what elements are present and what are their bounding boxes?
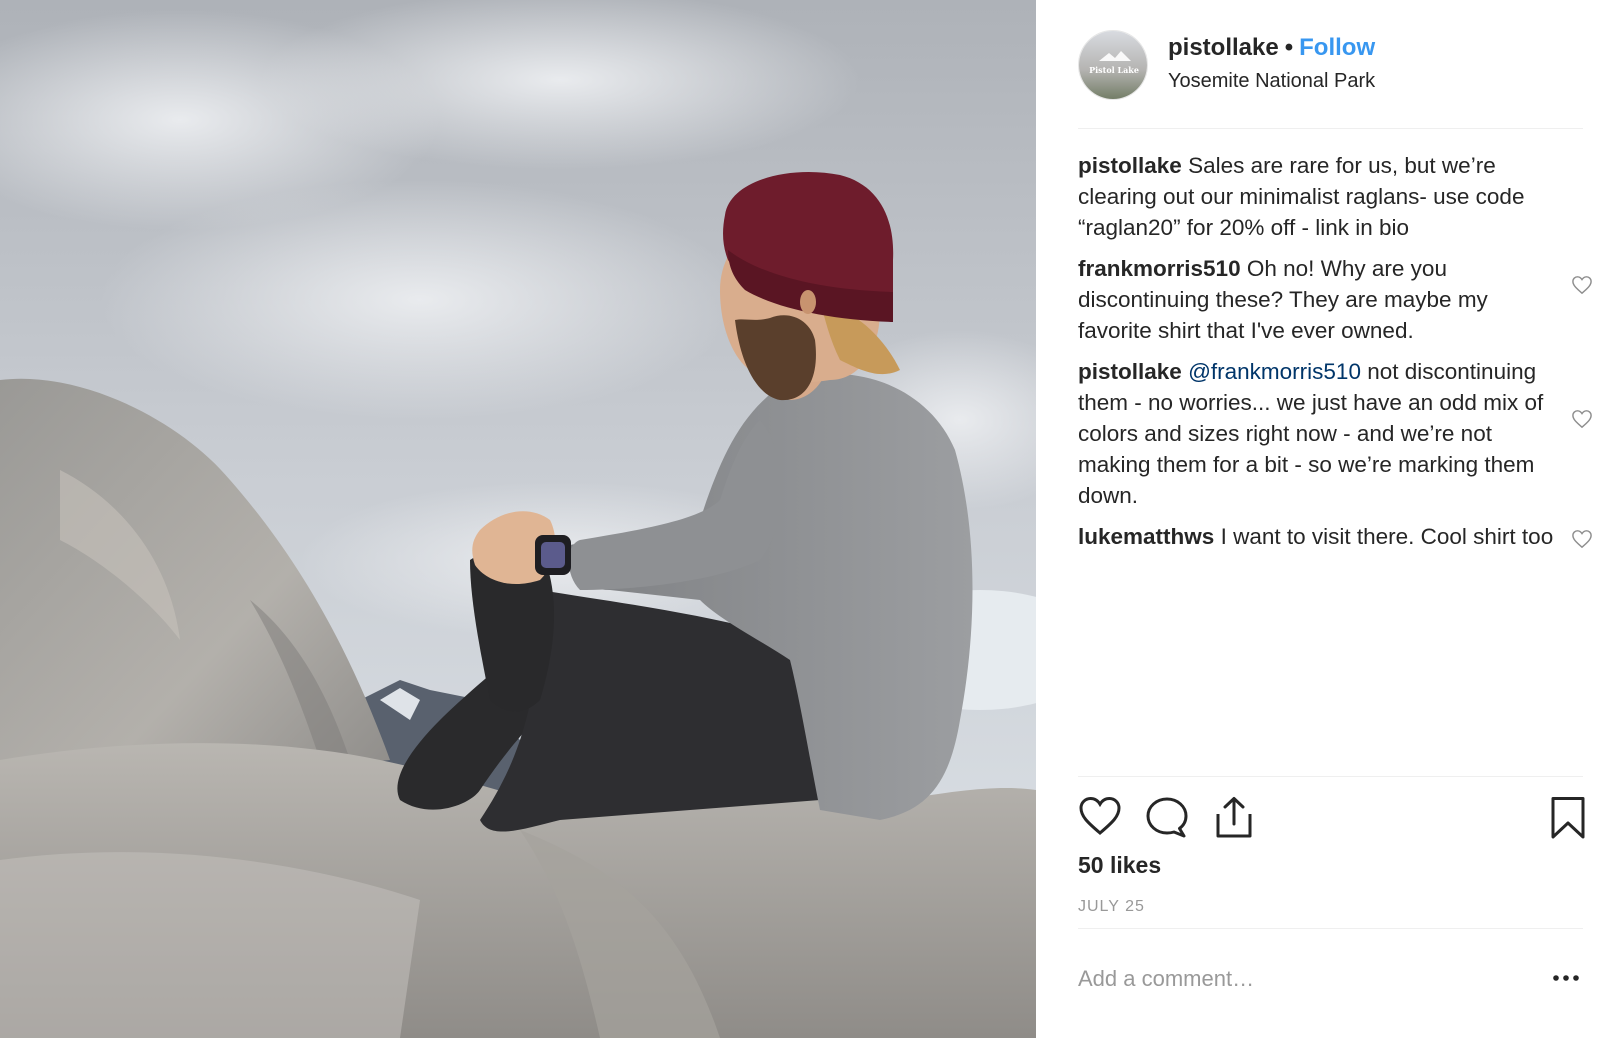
header-separator: • xyxy=(1284,34,1294,61)
avatar[interactable]: Pistol Lake xyxy=(1078,30,1148,100)
comment-like-heart-icon[interactable] xyxy=(1571,409,1593,429)
post-date: JULY 25 xyxy=(1078,898,1145,915)
more-options-icon[interactable] xyxy=(1551,966,1581,990)
comment-username[interactable]: pistollake xyxy=(1078,359,1182,384)
bookmark-icon[interactable] xyxy=(1550,796,1586,840)
follow-button[interactable]: Follow xyxy=(1299,34,1375,61)
location-link[interactable]: Yosemite National Park xyxy=(1168,70,1375,93)
heart-icon[interactable] xyxy=(1078,796,1122,836)
comment-username[interactable]: lukematthws xyxy=(1078,524,1214,549)
comment-username[interactable]: frankmorris510 xyxy=(1078,256,1241,281)
post-photo[interactable] xyxy=(0,0,1036,1038)
header-username[interactable]: pistollake xyxy=(1168,34,1279,61)
share-icon[interactable] xyxy=(1214,796,1254,840)
comment-mention-link[interactable]: @frankmorris510 xyxy=(1188,359,1361,384)
comment-box-divider xyxy=(1078,928,1583,929)
caption: pistollake Sales are rare for us, but we… xyxy=(1078,150,1558,243)
actions-bar xyxy=(1078,796,1588,840)
post-panel: Pistol Lake pistollake • Follow Yosemite N… xyxy=(1036,0,1600,1038)
comment-username[interactable]: pistollake xyxy=(1078,153,1182,178)
comments-list: pistollake Sales are rare for us, but we… xyxy=(1078,150,1592,562)
comment-item: frankmorris510 Oh no! Why are you discon… xyxy=(1078,253,1592,346)
header-divider xyxy=(1078,128,1583,129)
add-comment-input[interactable] xyxy=(1078,962,1478,996)
likes-count[interactable]: 50 likes xyxy=(1078,852,1161,879)
comment-icon[interactable] xyxy=(1146,796,1190,838)
comment-text: I want to visit there. Cool shirt too xyxy=(1220,524,1554,549)
avatar-logo-text: Pistol Lake xyxy=(1089,65,1139,75)
comment-item: lukematthws I want to visit there. Cool … xyxy=(1078,521,1592,552)
actions-divider xyxy=(1078,776,1583,777)
comment-item: pistollake @frankmorris510 not discontin… xyxy=(1078,356,1592,511)
header-line: pistollake • Follow xyxy=(1168,34,1375,62)
post-header: Pistol Lake pistollake • Follow Yosemite N… xyxy=(1078,30,1568,100)
comment-like-heart-icon[interactable] xyxy=(1571,529,1593,549)
comment-like-heart-icon[interactable] xyxy=(1571,275,1593,295)
